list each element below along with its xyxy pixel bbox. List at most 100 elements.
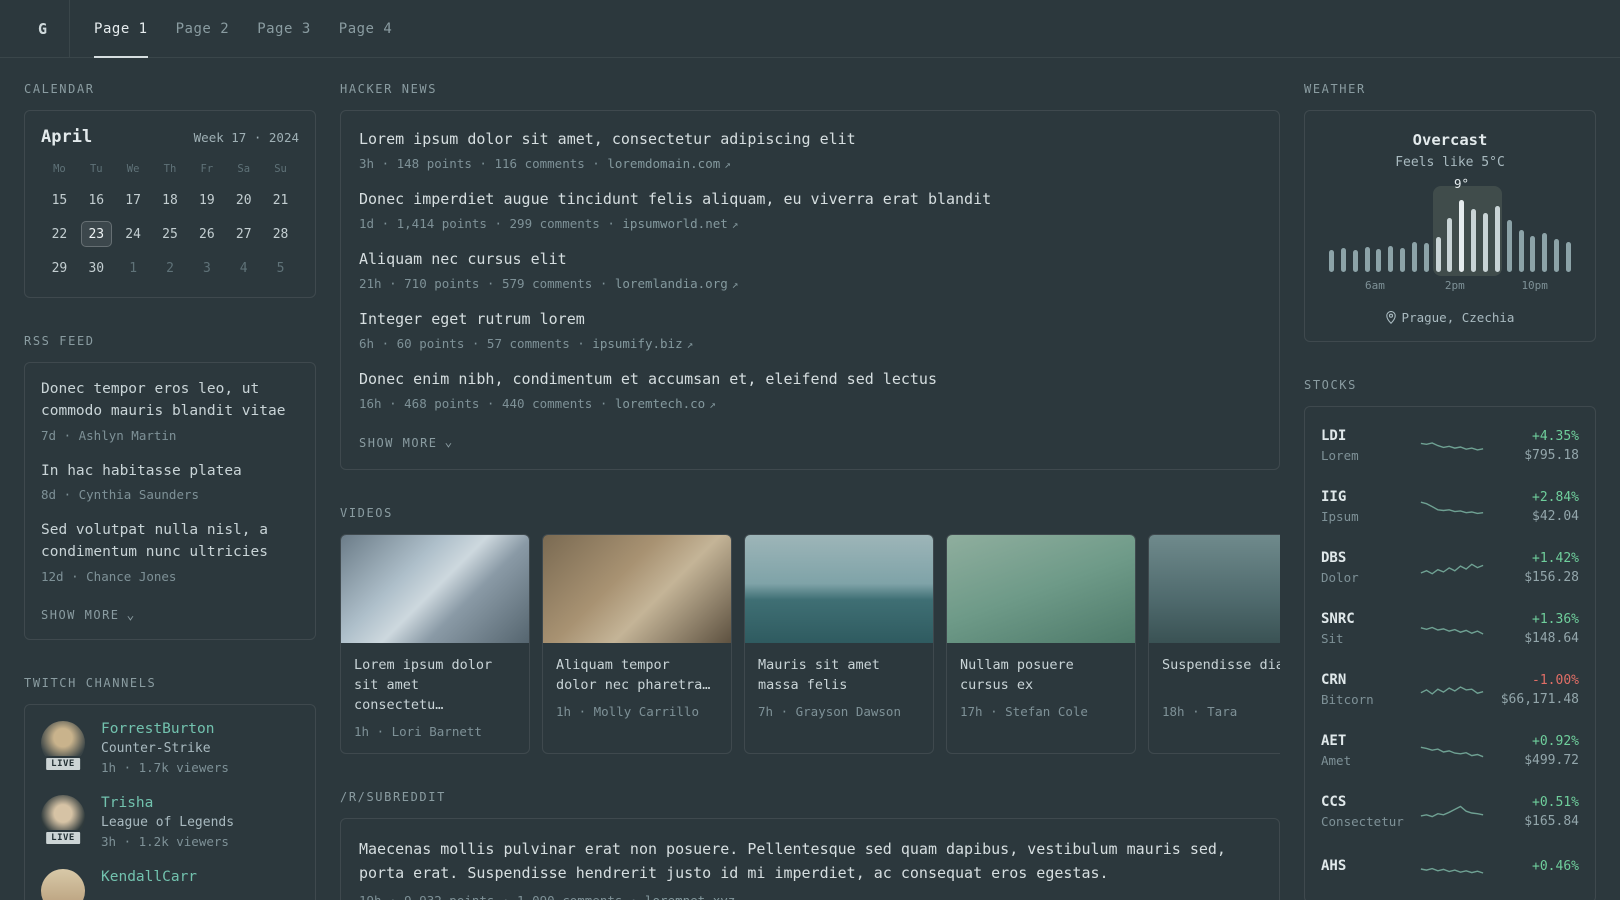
twitch-widget-title: TWITCH CHANNELS (24, 676, 157, 691)
calendar-day-selected: 23 (80, 221, 112, 247)
stock-price: $148.64 (1524, 630, 1579, 646)
stock-symbol[interactable]: DBS (1321, 550, 1409, 566)
video-thumbnail[interactable] (1149, 534, 1280, 643)
news-item-title[interactable]: Integer eget rutrum lorem (359, 309, 1261, 330)
stock-sparkline (1420, 441, 1484, 451)
news-item-title[interactable]: Aliquam nec cursus elit (359, 249, 1261, 270)
calendar-day-next-month: 1 (129, 260, 138, 276)
news-item-meta: 6h · 60 points · 57 comments · ipsumify.… (359, 336, 694, 351)
stock-symbol[interactable]: IIG (1321, 489, 1409, 505)
stock-name: Consectetur (1321, 814, 1404, 829)
stock-symbol[interactable]: LDI (1321, 428, 1409, 444)
channel-meta: 3h · 1.2k viewers (101, 834, 229, 850)
video-card[interactable]: Aliquam tempor dolor nec pharetra… 1h · … (542, 533, 732, 755)
stock-name: Dolor (1321, 570, 1359, 585)
rss-item-meta: 7d · Ashlyn Martin (41, 427, 177, 443)
rss-widget: RSS FEED Donec tempor eros leo, ut commo… (24, 334, 316, 641)
calendar-day: 15 (51, 192, 68, 208)
news-item-title[interactable]: Donec imperdiet augue tincidunt felis al… (359, 189, 1261, 210)
stock-row[interactable]: AET Amet +0.92% $499.72 (1321, 720, 1579, 781)
news-item: Donec enim nibh, condimentum et accumsan… (359, 369, 1261, 411)
stock-price: $795.18 (1524, 447, 1579, 463)
news-item-meta: 1d · 1,414 points · 299 comments · ipsum… (359, 216, 739, 231)
video-title[interactable]: Aliquam tempor dolor nec pharetra… (556, 655, 718, 696)
app-logo[interactable]: G (24, 0, 71, 57)
calendar-day: 16 (88, 192, 105, 208)
calendar-day-next-month: 3 (202, 260, 211, 276)
rss-item-title[interactable]: In hac habitasse platea (41, 461, 299, 483)
stock-row[interactable]: AHS +0.46% (1321, 842, 1579, 894)
video-meta: 7h · Grayson Dawson (758, 704, 901, 719)
video-card[interactable]: Mauris sit amet massa felis 7h · Grayson… (744, 533, 934, 755)
source-link[interactable]: loremtech.co ↗ (615, 396, 716, 411)
video-thumbnail[interactable] (341, 534, 529, 643)
news-item: Aliquam nec cursus elit 21h · 710 points… (359, 249, 1261, 291)
tab-page-4[interactable]: Page 4 (325, 0, 407, 57)
weekday-label: Th (163, 163, 177, 175)
stock-row[interactable]: CCS Consectetur +0.51% $165.84 (1321, 781, 1579, 842)
source-link[interactable]: ipsumworld.net ↗ (622, 216, 738, 231)
hacker-news-widget: HACKER NEWS Lorem ipsum dolor sit amet, … (340, 82, 1280, 470)
weather-feels-like: Feels like 5°C (1395, 155, 1505, 170)
external-link-icon: ↗ (709, 398, 716, 411)
stock-name: Bitcorn (1321, 692, 1374, 707)
stock-row[interactable]: DBS Dolor +1.42% $156.28 (1321, 537, 1579, 598)
tab-page-3[interactable]: Page 3 (243, 0, 325, 57)
stock-price: $156.28 (1524, 569, 1579, 585)
weekday-label: Tu (89, 163, 103, 175)
stock-change: +2.84% (1532, 489, 1579, 505)
calendar-day-next-month: 5 (276, 260, 285, 276)
stock-sparkline (1420, 746, 1484, 757)
twitch-channel-row[interactable]: LIVE ForrestBurton Counter-Strike 1h · 1… (41, 721, 299, 775)
stock-change: +4.35% (1532, 428, 1579, 444)
stock-row[interactable]: LDI Lorem +4.35% $795.18 (1321, 415, 1579, 476)
twitch-channel-row[interactable]: KendallCarr (41, 869, 299, 900)
twitch-channel-row[interactable]: LIVE Trisha League of Legends 3h · 1.2k … (41, 795, 299, 849)
rss-show-more-button[interactable]: SHOW MORE ⌄ (41, 608, 136, 623)
stock-price: $42.04 (1532, 508, 1579, 524)
stock-row[interactable]: SNRC Sit +1.36% $148.64 (1321, 598, 1579, 659)
channel-name[interactable]: Trisha (101, 795, 234, 811)
video-card[interactable]: Lorem ipsum dolor sit amet consectetu… 1… (340, 533, 530, 755)
tab-page-1[interactable]: Page 1 (80, 0, 162, 58)
rss-item-title[interactable]: Sed volutpat nulla nisl, a condimentum n… (41, 520, 299, 564)
reddit-post-title[interactable]: Maecenas mollis pulvinar erat non posuer… (359, 837, 1261, 885)
video-card[interactable]: Nullam posuere cursus ex 17h · Stefan Co… (946, 533, 1136, 755)
source-link[interactable]: loremlandia.org ↗ (615, 276, 739, 291)
video-thumbnail[interactable] (745, 534, 933, 643)
video-card[interactable]: Suspendisse diam 18h · Tara (1148, 533, 1280, 755)
channel-name[interactable]: KendallCarr (101, 869, 197, 885)
source-link[interactable]: loremnet.xyz↗ (645, 893, 746, 900)
calendar-grid: Mo Tu We Th Fr Sa Su 15 16 17 18 19 20 2… (41, 163, 299, 281)
video-title[interactable]: Nullam posuere cursus ex (960, 655, 1122, 696)
news-item-title[interactable]: Lorem ipsum dolor sit amet, consectetur … (359, 129, 1261, 150)
hn-show-more-button[interactable]: SHOW MORE ⌄ (359, 435, 454, 450)
tab-page-2[interactable]: Page 2 (162, 0, 244, 57)
rss-item-title[interactable]: Donec tempor eros leo, ut commodo mauris… (41, 379, 299, 423)
chevron-down-icon: ⌄ (444, 435, 454, 450)
channel-name[interactable]: ForrestBurton (101, 721, 229, 737)
rss-card: Donec tempor eros leo, ut commodo mauris… (24, 362, 316, 641)
video-title[interactable]: Suspendisse diam (1162, 655, 1280, 695)
stock-change: +0.51% (1532, 794, 1579, 810)
stock-row[interactable]: CRN Bitcorn -1.00% $66,171.48 (1321, 659, 1579, 720)
video-title[interactable]: Lorem ipsum dolor sit amet consectetu… (354, 655, 516, 716)
stock-symbol[interactable]: CCS (1321, 794, 1409, 810)
news-item: Donec imperdiet augue tincidunt felis al… (359, 189, 1261, 231)
stock-symbol[interactable]: SNRC (1321, 611, 1409, 627)
stock-name: Sit (1321, 631, 1344, 646)
video-thumbnail[interactable] (947, 534, 1135, 643)
external-link-icon: ↗ (731, 218, 739, 231)
videos-widget-title: VIDEOS (340, 505, 393, 520)
weather-location[interactable]: Prague, Czechia (1321, 310, 1579, 325)
stock-row[interactable]: IIG Ipsum +2.84% $42.04 (1321, 476, 1579, 537)
video-title[interactable]: Mauris sit amet massa felis (758, 655, 920, 696)
weather-condition: Overcast (1412, 131, 1488, 149)
stock-symbol[interactable]: CRN (1321, 672, 1409, 688)
source-link[interactable]: loremdomain.com ↗ (607, 156, 731, 171)
source-link[interactable]: ipsumify.biz ↗ (592, 336, 693, 351)
stock-symbol[interactable]: AHS (1321, 858, 1409, 874)
video-thumbnail[interactable] (543, 534, 731, 643)
news-item-title[interactable]: Donec enim nibh, condimentum et accumsan… (359, 369, 1261, 390)
stock-symbol[interactable]: AET (1321, 733, 1409, 749)
